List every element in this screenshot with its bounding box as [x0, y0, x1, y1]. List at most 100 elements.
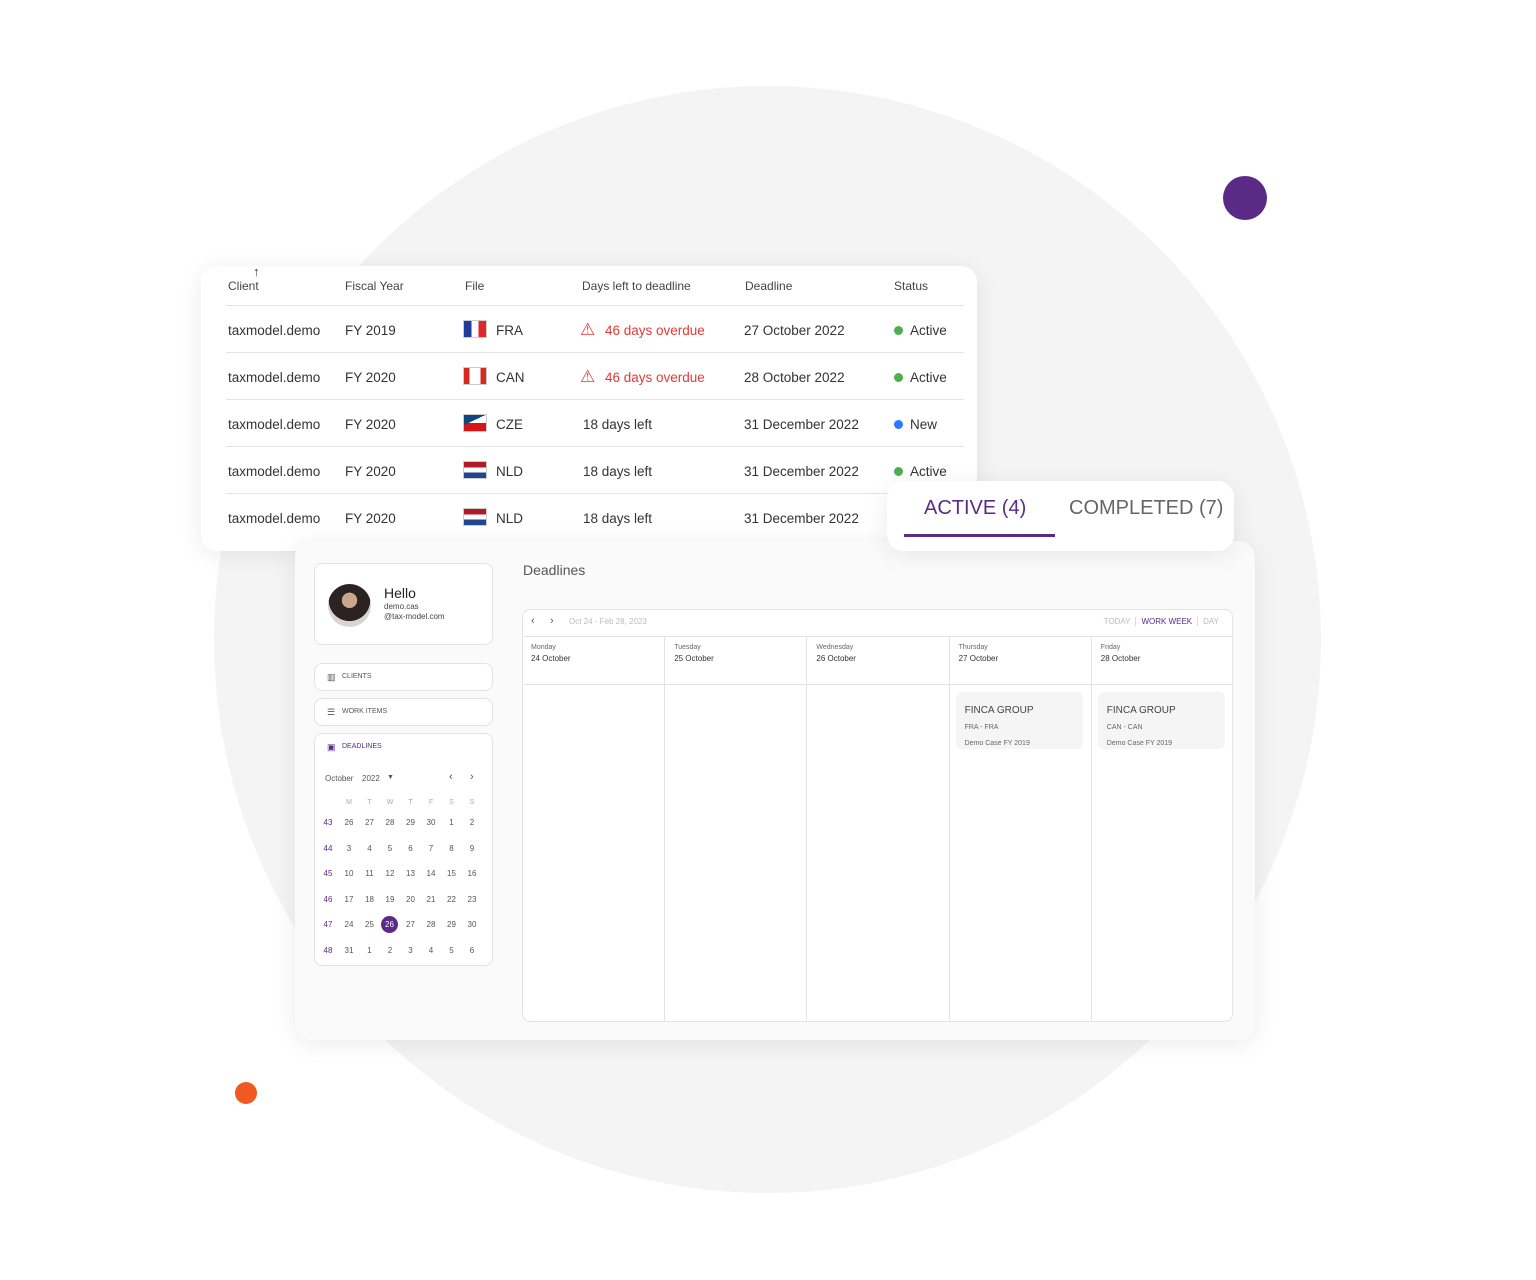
calendar-day[interactable]: 28 — [380, 818, 400, 827]
nav-clients[interactable]: ▥ CLIENTS — [314, 663, 493, 691]
calendar-day[interactable]: 10 — [339, 869, 359, 878]
calendar-day[interactable]: 4 — [360, 844, 380, 853]
calendar-day[interactable]: 18 — [360, 895, 380, 904]
column-header[interactable]: File — [465, 279, 484, 293]
arrow-up-icon[interactable]: ↑ — [253, 264, 260, 279]
days-left-cell: 46 days overdue — [605, 323, 705, 338]
calendar-day[interactable]: 5 — [442, 946, 462, 955]
next-month-icon[interactable]: › — [470, 771, 474, 783]
calendar-day[interactable]: 11 — [360, 869, 380, 878]
calendar-day[interactable]: 30 — [462, 920, 482, 929]
week-number: 43 — [323, 818, 333, 827]
divider — [949, 684, 1091, 685]
tab-active[interactable]: ACTIVE (4) — [924, 497, 1026, 520]
file-cell: FRA — [496, 323, 523, 338]
calendar-day[interactable]: 29 — [442, 920, 462, 929]
calendar-day[interactable]: 16 — [462, 869, 482, 878]
calendar-day[interactable]: 17 — [339, 895, 359, 904]
status-badge: Active — [894, 323, 947, 338]
week-number: 46 — [323, 894, 333, 904]
calendar-day[interactable]: 1 — [442, 818, 462, 827]
calendar-day[interactable]: 23 — [462, 895, 482, 904]
divider — [665, 684, 807, 685]
calendar-day[interactable]: 7 — [421, 844, 441, 853]
calendar-day[interactable]: 20 — [401, 895, 421, 904]
status-label: Active — [910, 464, 947, 479]
calendar-day[interactable]: 30 — [421, 818, 441, 827]
active-tab-indicator — [904, 534, 1055, 537]
status-dot-icon — [894, 373, 903, 382]
nav-label: CLIENTS — [342, 673, 372, 680]
calendar-icon: ▣ — [327, 742, 336, 752]
calendar-day[interactable]: 2 — [462, 818, 482, 827]
calendar-day[interactable]: 24 — [339, 920, 359, 929]
calendar-day[interactable]: 3 — [401, 946, 421, 955]
flag-icon — [463, 508, 487, 526]
status-label: New — [910, 417, 938, 432]
calendar-day[interactable]: 13 — [401, 869, 421, 878]
calendar-day[interactable]: 3 — [339, 844, 359, 853]
divider — [807, 684, 949, 685]
calendar-day[interactable]: 9 — [462, 844, 482, 853]
year-select[interactable]: 2022 — [362, 774, 380, 783]
decor-dot-purple — [1223, 176, 1267, 220]
weekday-label: M — [346, 799, 352, 806]
calendar-day[interactable]: 22 — [442, 895, 462, 904]
day-date: 24 October — [531, 654, 571, 663]
event-card[interactable]: FINCA GROUP FRA - FRA Demo Case FY 2019 — [955, 692, 1083, 749]
table-row[interactable]: taxmodel.demo FY 2020 CZE 18 days left 31 De… — [226, 399, 964, 446]
table-row[interactable]: taxmodel.demo FY 2020 CAN ⚠ 46 days overdue 2… — [226, 352, 964, 399]
app-panel: Hello demo.cas @tax-model.com ▥ CLIENTS ☰… — [295, 541, 1255, 1040]
avatar[interactable] — [328, 584, 371, 627]
client-cell: taxmodel.demo — [228, 511, 321, 526]
prev-month-icon[interactable]: ‹ — [449, 771, 453, 783]
event-card[interactable]: FINCA GROUP CAN - CAN Demo Case FY 2019 — [1097, 692, 1225, 749]
column-header[interactable]: Client — [228, 279, 259, 293]
client-cell: taxmodel.demo — [228, 464, 321, 479]
fiscal-year-cell: FY 2020 — [345, 464, 396, 479]
calendar-day[interactable]: 12 — [380, 869, 400, 878]
calendar-day[interactable]: 6 — [462, 946, 482, 955]
column-header[interactable]: Status — [894, 279, 928, 293]
divider — [523, 636, 1232, 637]
decor-dot-orange — [235, 1082, 257, 1104]
calendar-day[interactable]: 6 — [401, 844, 421, 853]
calendar-day[interactable]: 25 — [360, 920, 380, 929]
file-cell: NLD — [496, 464, 524, 479]
column-header[interactable]: Days left to deadline — [582, 279, 691, 293]
column-header[interactable]: Fiscal Year — [345, 279, 404, 293]
status-label: Active — [910, 323, 947, 338]
caret-down-icon[interactable]: ▼ — [387, 774, 394, 781]
calendar-day[interactable]: 5 — [380, 844, 400, 853]
nav-work-items[interactable]: ☰ WORK ITEMS — [314, 698, 493, 726]
calendar-day[interactable]: 27 — [360, 818, 380, 827]
deadline-cell: 27 October 2022 — [744, 323, 845, 338]
calendar-day[interactable]: 21 — [421, 895, 441, 904]
table-row[interactable]: taxmodel.demo FY 2020 NLD 18 days left 31 De… — [226, 446, 964, 493]
calendar-day[interactable]: 29 — [401, 818, 421, 827]
table-row[interactable]: taxmodel.demo FY 2019 FRA ⚠ 46 days overdue 2… — [226, 305, 964, 352]
calendar-day[interactable]: 26 — [339, 818, 359, 827]
nav-deadlines[interactable]: ▣ DEADLINES October 2022 ▼ ‹ › M T W T F S S 43 26 27 28… — [314, 733, 493, 966]
calendar-day[interactable]: 4 — [421, 946, 441, 955]
calendar-day[interactable]: 2 — [380, 946, 400, 955]
column-header[interactable]: Deadline — [745, 279, 792, 293]
list-icon: ☰ — [327, 707, 336, 717]
selected-day[interactable]: 26 — [381, 916, 398, 934]
status-tabs: ACTIVE (4) COMPLETED (7) — [887, 481, 1234, 551]
calendar-day[interactable]: 8 — [442, 844, 462, 853]
calendar-day[interactable]: 27 — [401, 920, 421, 929]
calendar-day[interactable]: 15 — [442, 869, 462, 878]
tab-completed[interactable]: COMPLETED (7) — [1069, 497, 1223, 520]
client-cell: taxmodel.demo — [228, 370, 321, 385]
calendar-day[interactable]: 28 — [421, 920, 441, 929]
calendar-day[interactable]: 14 — [421, 869, 441, 878]
day-column: Friday 28 October FINCA GROUP CAN - CAN Demo… — [1090, 637, 1233, 1021]
day-column: Thursday 27 October FINCA GROUP FRA - FRA De… — [948, 637, 1091, 1021]
warning-icon: ⚠ — [580, 320, 596, 339]
table-row[interactable]: taxmodel.demo FY 2020 NLD 18 days left 31 De… — [226, 493, 964, 540]
calendar-day[interactable]: 19 — [380, 895, 400, 904]
calendar-day[interactable]: 1 — [360, 946, 380, 955]
month-select[interactable]: October — [325, 774, 353, 783]
calendar-day[interactable]: 31 — [339, 946, 359, 955]
